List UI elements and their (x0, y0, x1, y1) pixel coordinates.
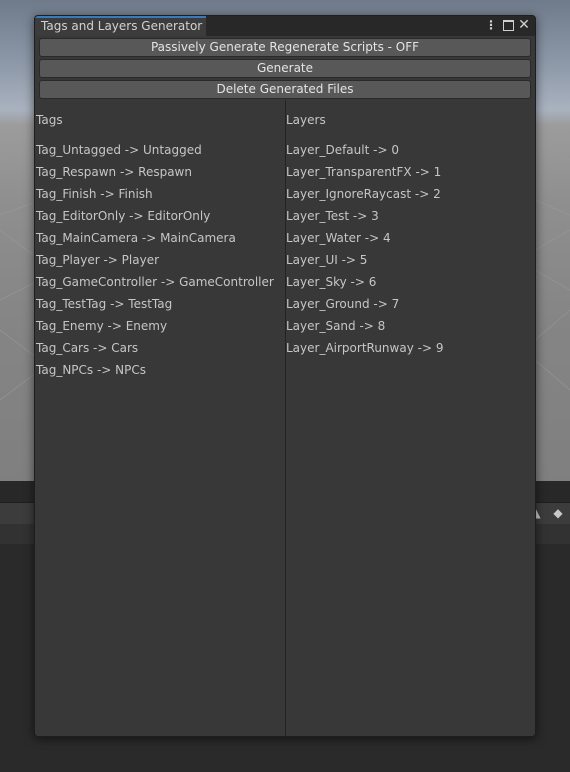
tag-entry: Tag_Respawn -> Respawn (36, 165, 192, 179)
tag-entry: Tag_Untagged -> Untagged (36, 143, 202, 157)
tag-entry: Tag_Enemy -> Enemy (36, 319, 168, 333)
tag-entry: Tag_GameController -> GameController (36, 275, 274, 289)
layer-entry: Layer_TransparentFX -> 1 (286, 165, 442, 179)
layer-entry: Layer_UI -> 5 (286, 253, 368, 267)
layer-entry: Layer_Ground -> 7 (286, 297, 400, 311)
passive-generate-button[interactable]: Passively Generate Regenerate Scripts - … (39, 38, 531, 57)
tag-entry: Tag_EditorOnly -> EditorOnly (36, 209, 211, 223)
maximize-icon[interactable] (501, 17, 515, 34)
tag-entry: Tag_TestTag -> TestTag (36, 297, 173, 311)
layer-entry: Layer_Default -> 0 (286, 143, 399, 157)
tag-icon[interactable]: ◆ (548, 503, 568, 523)
tag-entry: Tag_MainCamera -> MainCamera (36, 231, 236, 245)
layer-entry: Layer_AirportRunway -> 9 (286, 341, 444, 355)
tags-header: Tags (36, 113, 63, 127)
content-columns: Tags Tag_Untagged -> Untagged Tag_Respaw… (35, 100, 535, 736)
window-tab[interactable]: Tags and Layers Generator (35, 16, 206, 36)
title-bar[interactable]: Tags and Layers Generator ⋮ ✕ (35, 16, 535, 36)
close-icon[interactable]: ✕ (517, 17, 531, 34)
layers-header: Layers (286, 113, 326, 127)
layer-entry: Layer_IgnoreRaycast -> 2 (286, 187, 441, 201)
tag-entry: Tag_Player -> Player (36, 253, 160, 267)
layer-entry: Layer_Sky -> 6 (286, 275, 377, 289)
layer-entry: Layer_Test -> 3 (286, 209, 379, 223)
kebab-menu-icon[interactable]: ⋮ (484, 17, 498, 34)
delete-generated-files-button[interactable]: Delete Generated Files (39, 80, 531, 99)
layer-entry: Layer_Sand -> 8 (286, 319, 386, 333)
tags-layers-window: Tags and Layers Generator ⋮ ✕ Passively … (34, 15, 536, 737)
tag-entry: Tag_Cars -> Cars (36, 341, 139, 355)
generate-button[interactable]: Generate (39, 59, 531, 78)
tag-entry: Tag_Finish -> Finish (36, 187, 153, 201)
window-title: Tags and Layers Generator (41, 19, 203, 33)
tag-entry: Tag_NPCs -> NPCs (36, 363, 147, 377)
layer-entry: Layer_Water -> 4 (286, 231, 391, 245)
